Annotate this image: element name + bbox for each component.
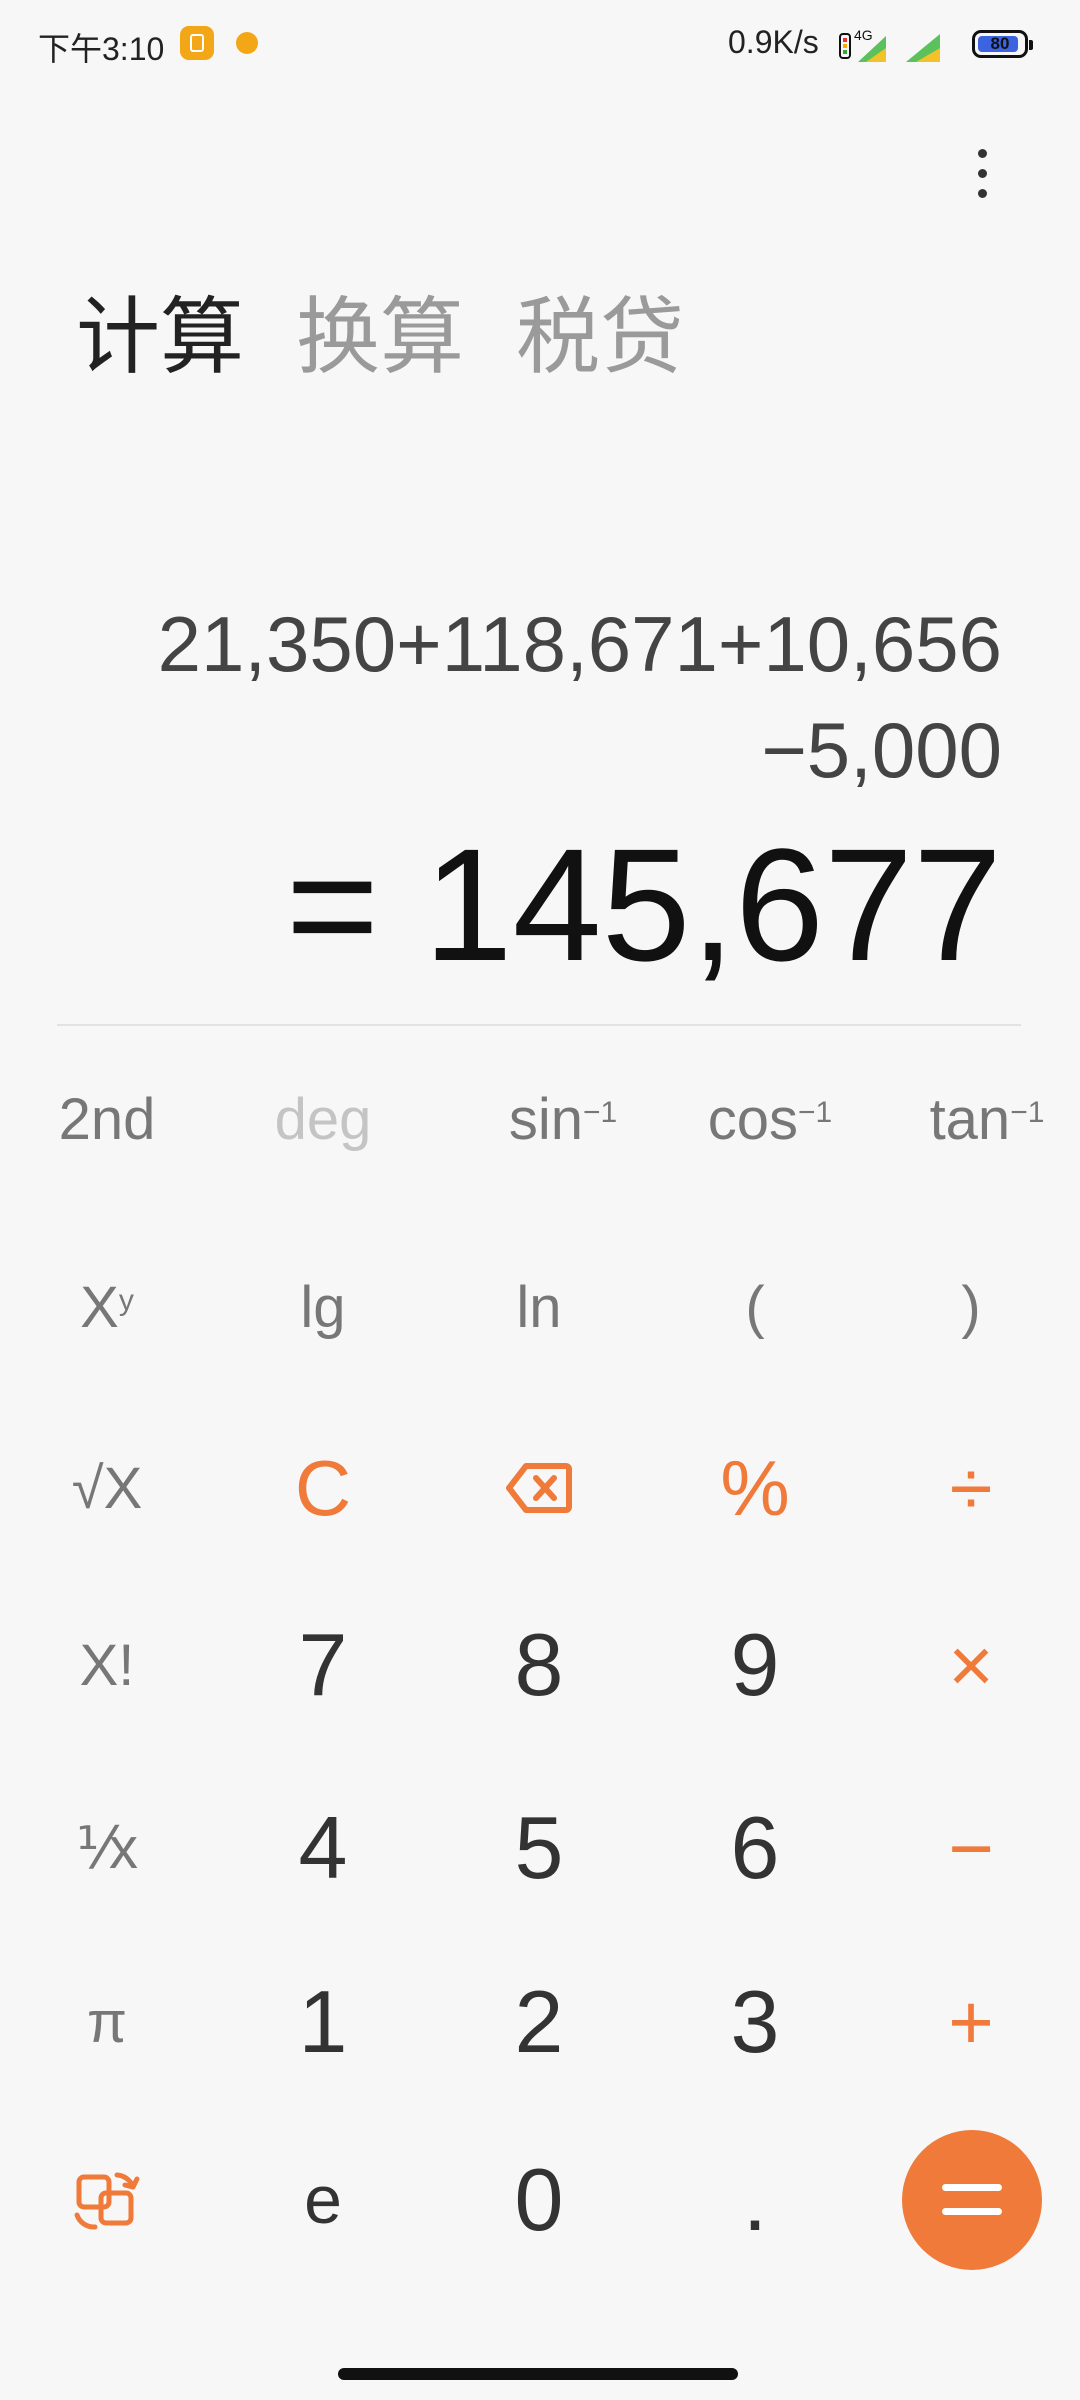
- tab-tax-loan[interactable]: 税贷: [516, 270, 684, 391]
- more-vertical-icon[interactable]: [960, 145, 1004, 205]
- result-display: = 145,677: [285, 815, 1002, 994]
- divide-button[interactable]: ÷: [896, 1433, 1046, 1543]
- digit-5-button[interactable]: 5: [464, 1793, 614, 1903]
- clear-button[interactable]: C: [248, 1433, 398, 1543]
- rotate-switch-icon: [74, 2172, 140, 2230]
- expression-line-2: −5,000: [761, 706, 1002, 794]
- digit-6-button[interactable]: 6: [680, 1793, 830, 1903]
- digit-4-button[interactable]: 4: [248, 1793, 398, 1903]
- expression-line-1: 21,350+118,671+10,656: [157, 600, 1002, 688]
- digit-8-button[interactable]: 8: [464, 1610, 614, 1720]
- deg-button[interactable]: deg: [248, 1064, 398, 1174]
- status-time: 下午3:10: [38, 31, 165, 67]
- sqrt-button[interactable]: √X: [32, 1433, 182, 1543]
- open-paren-button[interactable]: (: [680, 1252, 830, 1362]
- network-type: 4G: [854, 27, 873, 43]
- multiply-button[interactable]: ×: [896, 1610, 1046, 1720]
- digit-0-button[interactable]: 0: [464, 2145, 614, 2255]
- digit-3-button[interactable]: 3: [680, 1967, 830, 2077]
- ln-button[interactable]: ln: [464, 1252, 614, 1362]
- subtract-button[interactable]: −: [896, 1793, 1046, 1903]
- arccos-button[interactable]: cos −1: [685, 1064, 855, 1174]
- euler-button[interactable]: e: [248, 2145, 398, 2255]
- close-paren-button[interactable]: ): [896, 1252, 1046, 1362]
- home-indicator[interactable]: [338, 2368, 738, 2380]
- status-bar: 下午3:10 0.9K/s 4G 80: [0, 0, 1080, 92]
- switch-mode-button[interactable]: [32, 2145, 182, 2255]
- percent-button[interactable]: %: [680, 1433, 830, 1543]
- notification-app-icon: [180, 26, 214, 60]
- reciprocal-button[interactable]: ⅟x: [32, 1793, 182, 1903]
- battery-icon: 80: [972, 30, 1033, 58]
- second-function-button[interactable]: 2nd: [32, 1064, 182, 1174]
- network-speed: 0.9K/s: [728, 24, 819, 60]
- digit-2-button[interactable]: 2: [464, 1967, 614, 2077]
- divider: [57, 1024, 1021, 1026]
- digit-1-button[interactable]: 1: [248, 1967, 398, 2077]
- lg-button[interactable]: lg: [248, 1252, 398, 1362]
- digit-7-button[interactable]: 7: [248, 1610, 398, 1720]
- decimal-button[interactable]: .: [680, 2145, 830, 2255]
- notification-small-icon: [236, 32, 258, 54]
- battery-level: 80: [990, 34, 1010, 53]
- pi-button[interactable]: π: [32, 1967, 182, 2077]
- factorial-button[interactable]: X!: [32, 1610, 182, 1720]
- add-button[interactable]: +: [896, 1967, 1046, 2077]
- tab-convert[interactable]: 换算: [296, 270, 464, 391]
- tab-calculate[interactable]: 计算: [76, 270, 244, 391]
- equals-button[interactable]: [902, 2130, 1042, 2270]
- digit-9-button[interactable]: 9: [680, 1610, 830, 1720]
- arctan-button[interactable]: tan −1: [902, 1064, 1072, 1174]
- arcsin-button[interactable]: sin −1: [478, 1064, 648, 1174]
- signal-icons: 4G: [839, 27, 940, 62]
- power-button[interactable]: Xy: [32, 1252, 182, 1362]
- backspace-button[interactable]: [464, 1433, 614, 1543]
- backspace-icon: [506, 1463, 572, 1513]
